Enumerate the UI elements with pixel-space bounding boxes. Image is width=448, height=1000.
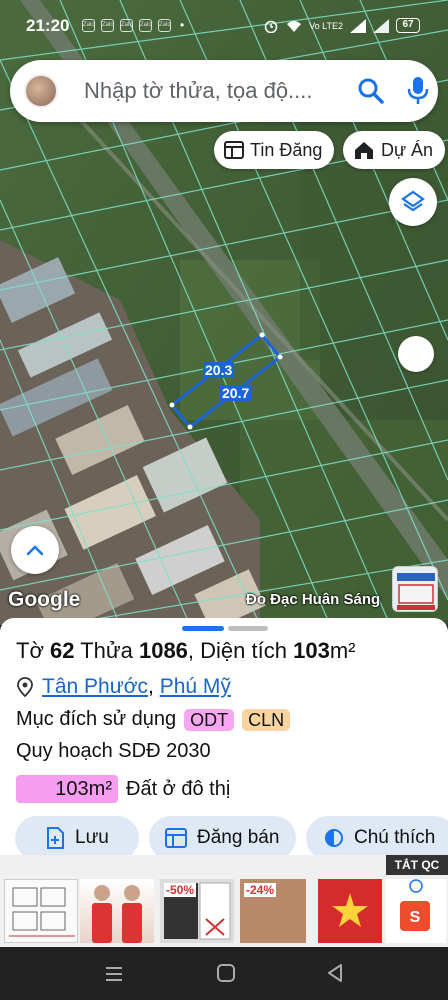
search-icon[interactable]: [356, 76, 386, 106]
contrast-icon: [325, 829, 343, 847]
district-link[interactable]: Phú Mỹ: [160, 675, 231, 699]
ad-thumb-shopee[interactable]: S: [386, 879, 446, 943]
zalo-notification-icon: Zalo: [120, 19, 133, 32]
ad-thumb-beauty[interactable]: -24%: [240, 879, 306, 943]
parcel-summary: Tờ 62 Thửa 1086, Diện tích 103m²: [16, 638, 356, 663]
land-use-row: Mục đích sử dụng ODT CLN: [16, 708, 291, 731]
listing-icon: [224, 141, 244, 159]
layers-button[interactable]: [389, 178, 437, 226]
ad-thumb-fashion[interactable]: [80, 879, 154, 943]
fashion-image: [92, 885, 142, 943]
battery-icon: 67: [396, 18, 420, 33]
network-label: Vo LTE2: [309, 20, 343, 31]
ad-banner[interactable]: TẮT QC -50% -24% S: [0, 855, 448, 947]
svg-text:S: S: [410, 909, 421, 926]
zalo-notification-icon: Zalo: [139, 19, 152, 32]
brand-logo[interactable]: [392, 566, 438, 612]
ad-thumb-drawing[interactable]: [4, 879, 78, 943]
system-nav-bar: [0, 947, 448, 1000]
back-icon[interactable]: [326, 963, 344, 983]
chevron-up-icon: [26, 545, 44, 556]
tin-dang-label: Tin Đăng: [250, 139, 323, 160]
google-logo: Google: [8, 588, 81, 611]
close-ad-button[interactable]: TẮT QC: [386, 855, 448, 875]
du-an-label: Dự Án: [381, 139, 434, 160]
zalo-notification-icon: Zalo: [101, 19, 114, 32]
plan-drawing-image: [9, 887, 75, 937]
add-bookmark-icon: [47, 827, 64, 849]
location-button[interactable]: [398, 336, 434, 372]
parcel-location: Tân Phước, Phú Mỹ: [16, 675, 231, 699]
usage-label: Mục đích sử dụng: [16, 708, 177, 730]
zalo-notification-icon: Zalo: [158, 19, 171, 32]
wifi-icon: [287, 20, 302, 32]
odt-tag: ODT: [184, 708, 235, 731]
status-bar: 21:20 Zalo Zalo Zalo Zalo Zalo • Vo LTE2…: [0, 0, 448, 52]
planning-detail-row: 103m² Đất ở đô thị: [16, 775, 230, 803]
sheet-handle[interactable]: [228, 626, 268, 631]
signal-icon: [350, 18, 366, 33]
planning-type: Đất ở đô thị: [126, 777, 231, 800]
recents-icon[interactable]: [104, 965, 124, 983]
home-nav-icon[interactable]: [216, 963, 236, 983]
flag-image: [332, 893, 368, 927]
save-button[interactable]: Lưu: [15, 816, 139, 860]
discount-badge-2: -24%: [244, 883, 277, 897]
alarm-icon: [264, 20, 278, 33]
avatar[interactable]: [24, 74, 58, 108]
planning-area-badge: 103m²: [16, 775, 118, 803]
parcel-info-sheet[interactable]: Tờ 62 Thửa 1086, Diện tích 103m² Tân Phư…: [0, 618, 448, 878]
dimension-label-top: 20.3: [203, 362, 235, 378]
ad-thumb-flag[interactable]: [318, 879, 382, 943]
cln-tag: CLN: [242, 708, 291, 731]
plot-number: 1086: [138, 638, 188, 663]
planning-label: Quy hoạch SDĐ 2030: [16, 740, 211, 762]
sheet-number: 62: [50, 638, 75, 663]
layers-icon: [401, 190, 425, 212]
ward-link[interactable]: Tân Phước: [42, 675, 148, 699]
sheet-handle-active[interactable]: [182, 626, 224, 631]
location-pin-icon: [17, 677, 33, 697]
status-time: 21:20: [26, 16, 70, 35]
expand-sheet-button[interactable]: [11, 526, 59, 574]
legend-button[interactable]: Chú thích: [306, 816, 448, 860]
dot-icon: •: [180, 18, 185, 32]
mic-icon[interactable]: [406, 75, 430, 107]
du-an-button[interactable]: Dự Án: [343, 131, 446, 169]
zalo-notification-icon: Zalo: [82, 19, 95, 32]
map-view[interactable]: 21:20 Zalo Zalo Zalo Zalo Zalo • Vo LTE2…: [0, 0, 448, 625]
discount-badge-1: -50%: [164, 883, 197, 897]
signal-icon-2: [373, 18, 389, 33]
brand-label: Đo Đạc Huân Sáng: [246, 591, 381, 608]
brand-logo-image: [393, 567, 437, 611]
search-bar[interactable]: Nhập tờ thửa, tọa độ....: [10, 60, 438, 122]
area-value: 103: [293, 638, 330, 663]
dimension-label-bottom: 20.7: [220, 385, 252, 401]
search-input[interactable]: Nhập tờ thửa, tọa độ....: [84, 78, 313, 104]
planning-row: Quy hoạch SDĐ 2030: [16, 740, 211, 763]
listing-icon: [165, 828, 187, 848]
home-icon: [355, 142, 373, 159]
ad-thumb-book[interactable]: -50%: [160, 879, 234, 943]
tin-dang-button[interactable]: Tin Đăng: [214, 131, 335, 169]
shopee-icon: S: [400, 879, 430, 931]
post-sale-button[interactable]: Đăng bán: [149, 816, 296, 860]
